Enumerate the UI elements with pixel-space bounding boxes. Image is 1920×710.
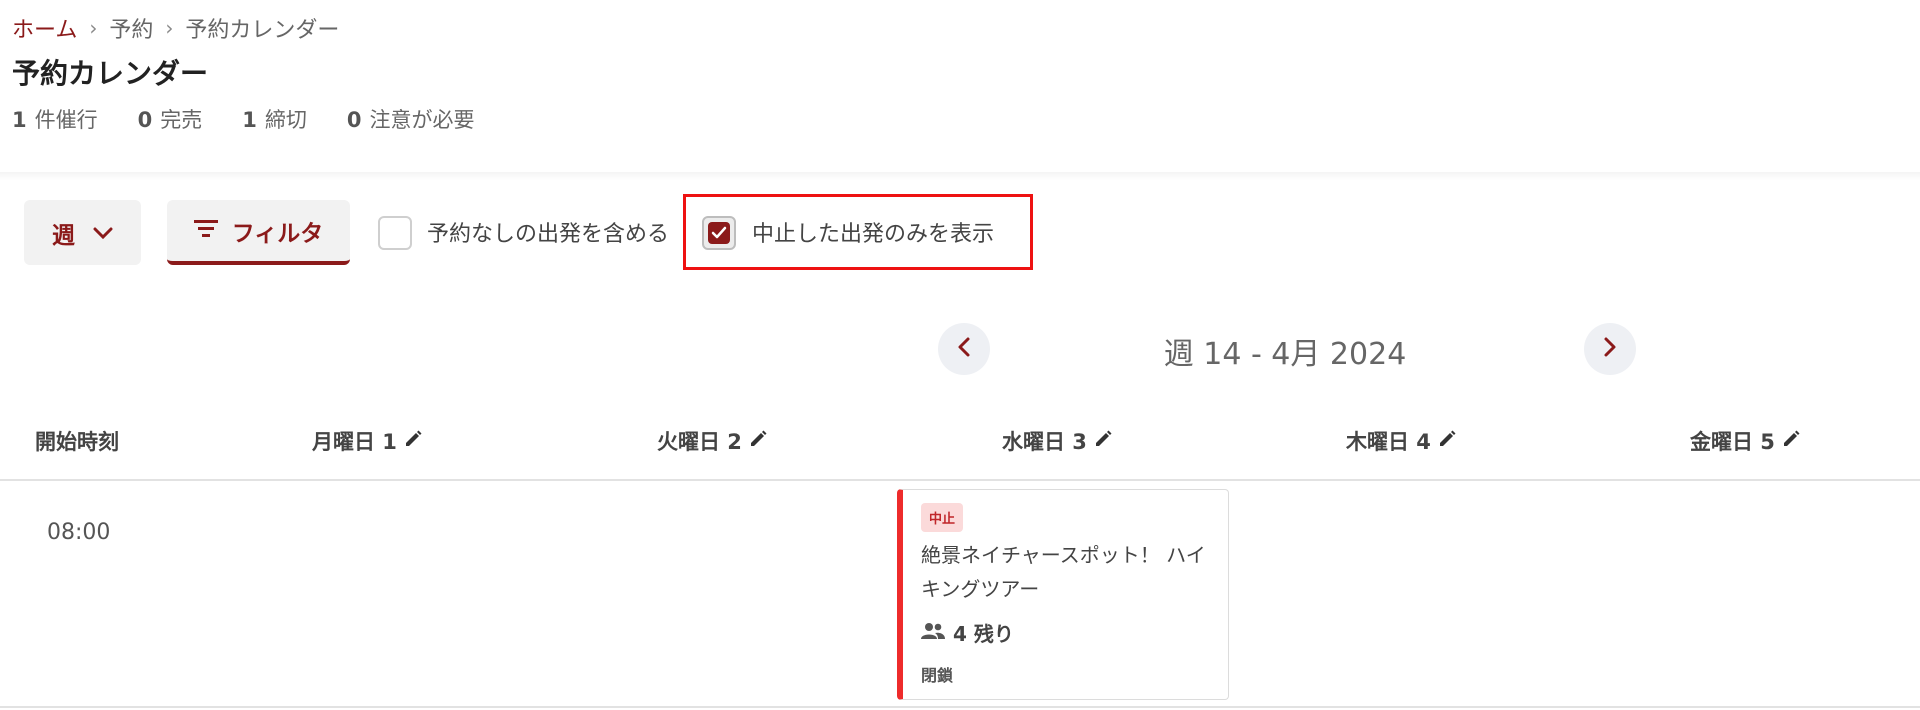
week-label: 週 14 - 4月 2024 — [1163, 337, 1407, 372]
stat-soldout: 0 完売 — [137, 108, 203, 132]
filter-button[interactable]: フィルタ — [167, 200, 350, 265]
stat-closed: 1 締切 — [242, 108, 307, 132]
filter-icon — [193, 218, 218, 244]
stat-operating: 1 件催行 — [12, 108, 98, 132]
time-slot-label: 08:00 — [47, 520, 111, 545]
column-thursday: 木曜日 4 — [1346, 426, 1457, 456]
check-icon — [708, 222, 730, 244]
chevron-left-icon — [956, 336, 972, 362]
cancelled-only-label[interactable]: 中止した出発のみを表示 — [752, 216, 994, 248]
edit-icon[interactable] — [748, 429, 768, 454]
event-status: 閉鎖 — [921, 666, 954, 685]
header-divider — [0, 479, 1920, 481]
stats-bar: 1 件催行 0 完売 1 締切 0 注意が必要 — [12, 104, 475, 134]
header-shadow — [0, 172, 1920, 180]
breadcrumb-reservations-link[interactable]: 予約 — [109, 12, 153, 44]
edit-icon[interactable] — [1437, 429, 1457, 454]
stat-attention: 0 注意が必要 — [346, 108, 475, 132]
view-select-label: 週 — [52, 222, 75, 249]
event-title: 絶景ネイチャースポット！ ハイキングツアー — [921, 543, 1206, 601]
column-start-time: 開始時刻 — [35, 430, 119, 454]
previous-week-button[interactable] — [938, 323, 990, 375]
include-unbooked-label[interactable]: 予約なしの出発を含める — [427, 216, 669, 248]
view-select-dropdown[interactable]: 週 — [24, 200, 141, 265]
edit-icon[interactable] — [1781, 429, 1801, 454]
chevron-down-icon — [93, 220, 113, 246]
column-friday: 金曜日 5 — [1690, 426, 1801, 456]
breadcrumb-separator: › — [89, 16, 98, 40]
cancelled-badge: 中止 — [921, 503, 964, 532]
page-title: 予約カレンダー — [12, 57, 209, 90]
calendar-header: 開始時刻 月曜日 1 火曜日 2 水曜日 3 木曜日 4 金曜日 5 — [0, 410, 1920, 480]
filter-label: フィルタ — [231, 220, 324, 247]
seats-remaining-text: 4 残り — [953, 622, 1014, 646]
breadcrumb-current: 予約カレンダー — [185, 18, 340, 43]
cancelled-only-checkbox[interactable] — [702, 216, 736, 250]
chevron-right-icon — [1602, 336, 1618, 362]
column-tuesday: 火曜日 2 — [657, 426, 768, 456]
breadcrumb-home-link[interactable]: ホーム — [12, 12, 77, 44]
page-header: ホーム › 予約 › 予約カレンダー 予約カレンダー 1 件催行 0 完売 1 締切 … — [0, 0, 1920, 175]
seats-remaining: 4 残り — [921, 618, 1014, 647]
edit-icon[interactable] — [1093, 429, 1113, 454]
column-wednesday: 水曜日 3 — [1002, 426, 1113, 456]
column-monday: 月曜日 1 — [312, 426, 423, 456]
event-card[interactable]: 中止 絶景ネイチャースポット！ ハイキングツアー 4 残り 閉鎖 — [897, 489, 1229, 700]
people-icon — [921, 621, 945, 645]
include-unbooked-checkbox[interactable] — [378, 216, 412, 250]
row-divider — [0, 706, 1920, 708]
breadcrumb: ホーム › 予約 › 予約カレンダー — [12, 12, 339, 44]
edit-icon[interactable] — [403, 429, 423, 454]
breadcrumb-separator: › — [165, 16, 174, 40]
next-week-button[interactable] — [1584, 323, 1636, 375]
